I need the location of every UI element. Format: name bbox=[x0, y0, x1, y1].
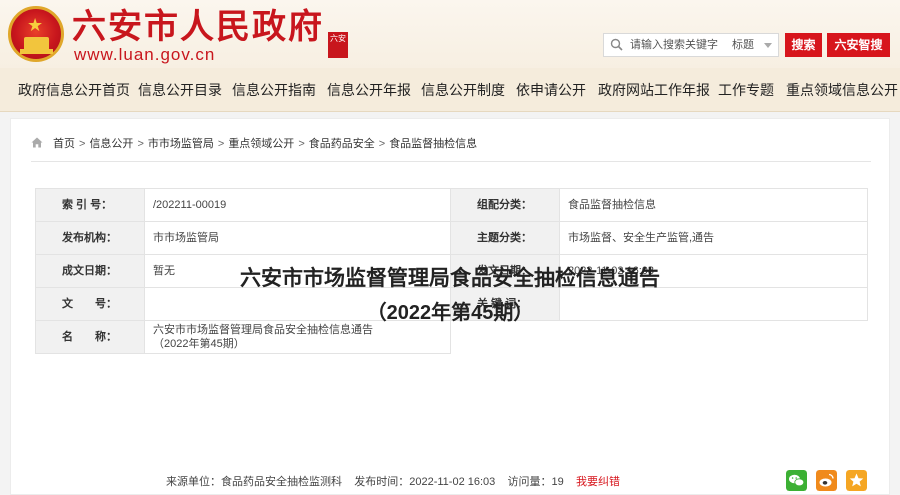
breadcrumb-separator: > bbox=[217, 138, 225, 150]
weibo-icon[interactable] bbox=[816, 470, 837, 491]
time-value: 2022-11-02 16:03 bbox=[409, 476, 496, 488]
publisher-label: 发布机构： bbox=[35, 221, 145, 255]
nav-item-website-report[interactable]: 政府网站工作年报 bbox=[598, 68, 710, 112]
wechat-icon[interactable] bbox=[786, 470, 807, 491]
publisher-value: 市市场监管局 bbox=[144, 221, 451, 255]
emblem-gate bbox=[24, 37, 49, 49]
breadcrumb-separator: > bbox=[298, 138, 305, 150]
document-title: 六安市市场监督管理局食品安全抽检信息通告 bbox=[240, 267, 660, 290]
index-label: 索 引 号： bbox=[35, 188, 145, 222]
table-row: 索 引 号： /202211-00019 组配分类： 食品监督抽检信息 bbox=[35, 188, 868, 222]
nav-item-home[interactable]: 政府信息公开首页 bbox=[18, 68, 130, 112]
visits-value: 19 bbox=[551, 476, 564, 488]
document-info-line: 来源单位：食品药品安全抽检监测科 发布时间：2022-11-02 16:03 访… bbox=[166, 474, 620, 490]
nav-item-system[interactable]: 信息公开制度 bbox=[421, 68, 505, 112]
visits-label: 访问量： bbox=[507, 476, 552, 488]
topic-label: 主题分类： bbox=[450, 221, 560, 255]
search-scope-select[interactable]: 标题 bbox=[732, 39, 754, 52]
breadcrumb-item-info[interactable]: 信息公开 bbox=[89, 138, 133, 150]
report-error-link[interactable]: 我要纠错 bbox=[576, 476, 620, 488]
nav-item-annual-report[interactable]: 信息公开年报 bbox=[327, 68, 411, 112]
search-icon bbox=[610, 38, 623, 51]
seal-stamp: 六安 bbox=[328, 32, 348, 58]
breadcrumb: 首页 > 信息公开 > 市市场监管局 > 重点领域公开 > 食品药品安全 > 食品监督抽检信息 bbox=[31, 136, 477, 152]
main-nav: 政府信息公开首页 信息公开目录 信息公开指南 信息公开年报 信息公开制度 依申请… bbox=[0, 68, 900, 112]
site-header: ★ 六安市人民政府 www.luan.gov.cn 六安 请输入搜索关键字 标题… bbox=[0, 0, 900, 68]
chevron-down-icon[interactable] bbox=[764, 43, 772, 48]
breadcrumb-item-key-areas[interactable]: 重点领域公开 bbox=[228, 138, 294, 150]
nav-item-request[interactable]: 依申请公开 bbox=[516, 68, 586, 112]
nav-item-guide[interactable]: 信息公开指南 bbox=[232, 68, 316, 112]
national-emblem-icon: ★ bbox=[8, 6, 64, 62]
smart-search-button[interactable]: 六安智搜 bbox=[827, 33, 890, 57]
breadcrumb-item-home[interactable]: 首页 bbox=[53, 138, 75, 150]
name-value-line2: （2022年第45期） bbox=[153, 338, 245, 350]
emblem-star: ★ bbox=[27, 15, 44, 36]
home-icon[interactable] bbox=[31, 137, 43, 148]
time-label: 发布时间： bbox=[354, 476, 410, 488]
breadcrumb-item-food-drug[interactable]: 食品药品安全 bbox=[309, 138, 375, 150]
site-url: www.luan.gov.cn bbox=[74, 45, 216, 64]
index-value: /202211-00019 bbox=[144, 188, 451, 222]
document-subtitle: （2022年第45期） bbox=[366, 302, 534, 324]
topic-value: 市场监督、安全生产监管,通告 bbox=[559, 221, 868, 255]
category-label: 组配分类： bbox=[450, 188, 560, 222]
source-label: 来源单位： bbox=[166, 476, 221, 488]
site-title[interactable]: 六安市人民政府 bbox=[72, 8, 324, 46]
search-placeholder: 请输入搜索关键字 bbox=[630, 39, 718, 51]
search-button[interactable]: 搜索 bbox=[785, 33, 822, 57]
source-value: 食品药品安全抽检监测科 bbox=[221, 476, 342, 488]
nav-item-catalog[interactable]: 信息公开目录 bbox=[138, 68, 222, 112]
breadcrumb-separator: > bbox=[79, 138, 86, 150]
breadcrumb-item-dept[interactable]: 市市场监管局 bbox=[148, 138, 214, 150]
search-input[interactable]: 请输入搜索关键字 标题 bbox=[603, 33, 779, 57]
nav-item-topics[interactable]: 工作专题 bbox=[718, 68, 774, 112]
breadcrumb-separator: > bbox=[378, 138, 386, 150]
emblem-base bbox=[20, 49, 53, 54]
nav-item-key-areas[interactable]: 重点领域信息公开 bbox=[786, 68, 898, 112]
breadcrumb-separator: > bbox=[137, 138, 144, 150]
breadcrumb-divider bbox=[31, 161, 871, 162]
breadcrumb-item-current[interactable]: 食品监督抽检信息 bbox=[389, 138, 477, 150]
star-icon[interactable] bbox=[846, 470, 867, 491]
table-row: 发布机构： 市市场监管局 主题分类： 市场监督、安全生产监管,通告 bbox=[35, 221, 868, 255]
category-value: 食品监督抽检信息 bbox=[559, 188, 868, 222]
